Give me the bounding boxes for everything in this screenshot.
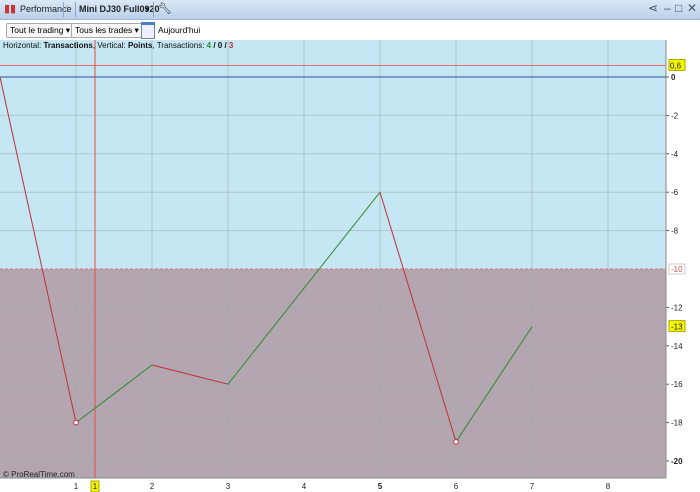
- x-tick-label: 5: [378, 482, 383, 491]
- x-tick-label: 7: [530, 482, 535, 491]
- cursor-label: 1: [93, 482, 98, 491]
- y-tick-label: -16: [671, 380, 683, 389]
- y-tick-label: -8: [671, 227, 679, 236]
- info-h-value: Transactions: [43, 41, 93, 50]
- performance-chart[interactable]: 1 2 3 4 5 6 7 8 0 -2 -4 -6 -8 -12 -14 -16 -18 -20 -10 0,6 -1…: [0, 0, 700, 492]
- x-tick-label: 3: [226, 482, 231, 491]
- y-tick-label: 0: [671, 73, 676, 82]
- info-v-value: Points: [127, 41, 153, 50]
- y-tick-label: -14: [671, 342, 683, 351]
- chart-info: Horizontal: Transactions, Vertical: Poin…: [3, 41, 233, 50]
- sep: /: [211, 41, 218, 50]
- losses-count: 3: [228, 41, 234, 50]
- trough-marker: [453, 439, 459, 445]
- y-tick-label: -20: [671, 457, 683, 466]
- info-h-label: Horizontal:: [3, 41, 44, 50]
- h-marker-label: 0,6: [670, 61, 682, 70]
- x-tick-label: 4: [302, 482, 307, 491]
- y-tick-label: -2: [671, 111, 679, 120]
- upper-zone: [0, 40, 666, 269]
- y-tick-label: -4: [671, 150, 679, 159]
- info-v-label: , Vertical:: [92, 41, 128, 50]
- x-tick-label: 1: [74, 482, 79, 491]
- sep: /: [222, 41, 229, 50]
- x-tick-label: 2: [150, 482, 155, 491]
- last-value-label: -13: [671, 323, 683, 332]
- trough-marker: [73, 419, 79, 426]
- threshold-label: -10: [671, 265, 683, 274]
- info-t-label: , Transactions:: [152, 41, 207, 50]
- y-tick-label: -12: [671, 303, 683, 312]
- x-tick-label: 6: [454, 482, 459, 491]
- copyright: © ProRealTime.com: [3, 470, 75, 479]
- y-tick-label: -6: [671, 188, 679, 197]
- lower-zone: [0, 269, 666, 478]
- x-tick-label: 8: [606, 482, 611, 491]
- y-tick-label: -18: [671, 419, 683, 428]
